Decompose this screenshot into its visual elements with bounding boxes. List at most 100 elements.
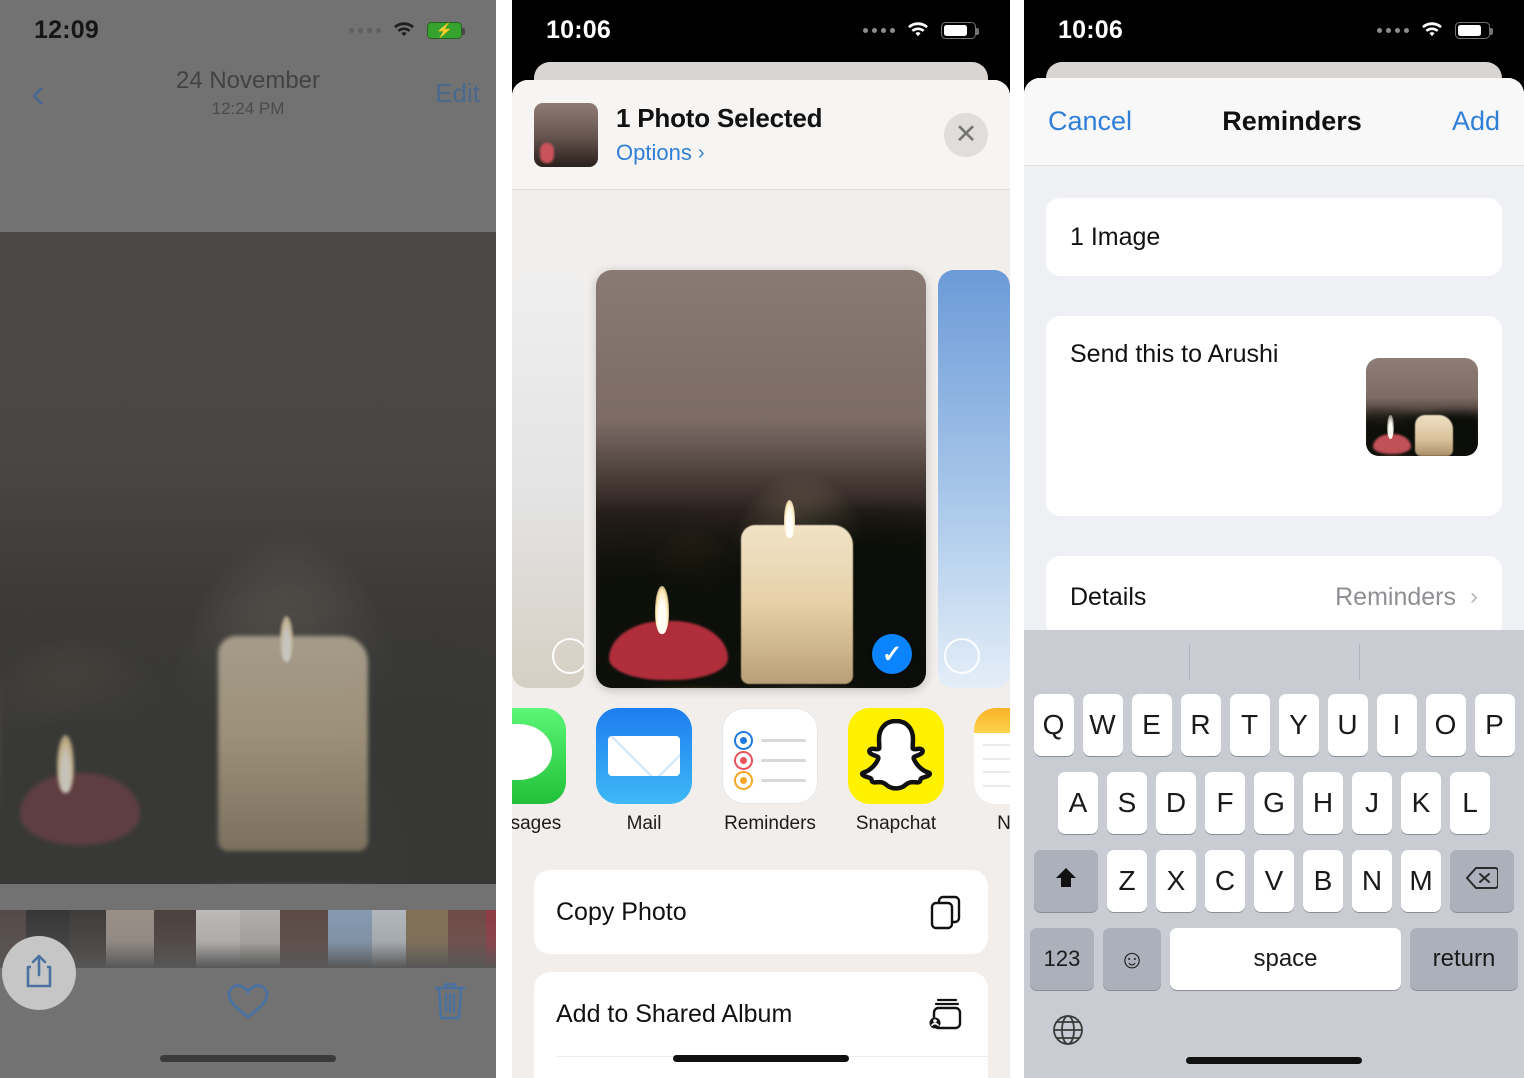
key-a[interactable]: A: [1058, 772, 1098, 834]
delete-button[interactable]: [432, 980, 468, 1027]
action-copy-photo[interactable]: Copy Photo: [534, 870, 988, 954]
battery-icon: [1455, 21, 1493, 39]
filmstrip-thumbnail[interactable]: [280, 910, 328, 968]
add-button[interactable]: Add: [1452, 106, 1500, 137]
share-button[interactable]: [2, 936, 76, 1010]
shift-icon: [1053, 865, 1079, 898]
home-indicator: [1186, 1057, 1362, 1064]
action-label: Add to Shared Album: [556, 999, 793, 1028]
keyboard-row-3: ZXCVBNM: [1030, 850, 1518, 912]
panel-share-sheet: 10:06 1 Photo Selected Options › ✕ ✓ sag…: [512, 0, 1010, 1078]
filmstrip-thumbnail[interactable]: [372, 910, 406, 968]
home-indicator: [673, 1055, 849, 1062]
key-w[interactable]: W: [1082, 694, 1123, 756]
carousel-photo: [596, 270, 926, 688]
filmstrip-thumbnail[interactable]: [240, 910, 280, 968]
status-time: 12:09: [34, 15, 99, 44]
backspace-key[interactable]: [1450, 850, 1514, 912]
key-n[interactable]: N: [1352, 850, 1392, 912]
filmstrip-thumbnail[interactable]: [106, 910, 154, 968]
numbers-key[interactable]: 123: [1030, 928, 1094, 990]
filmstrip-thumbnail[interactable]: [196, 910, 240, 968]
panel1-status-bar: 12:09 ⚡: [0, 0, 496, 60]
key-p[interactable]: P: [1474, 694, 1515, 756]
filmstrip-thumbnail[interactable]: [70, 910, 106, 968]
check-circle-icon[interactable]: ✓: [872, 634, 912, 674]
key-k[interactable]: K: [1401, 772, 1441, 834]
key-t[interactable]: T: [1229, 694, 1270, 756]
share-targets-row[interactable]: Messages Mail Reminders: [512, 708, 1010, 858]
main-photo[interactable]: [0, 232, 496, 884]
favorite-button[interactable]: [226, 982, 270, 1027]
shift-key[interactable]: [1034, 850, 1098, 912]
wifi-icon: [392, 21, 416, 39]
key-b[interactable]: B: [1303, 850, 1343, 912]
circle-unselected-icon[interactable]: [552, 638, 584, 674]
close-button[interactable]: ✕: [944, 112, 988, 157]
key-x[interactable]: X: [1156, 850, 1196, 912]
key-i[interactable]: I: [1376, 694, 1417, 756]
filmstrip-thumbnail[interactable]: [486, 910, 496, 968]
key-m[interactable]: M: [1401, 850, 1441, 912]
key-r[interactable]: R: [1180, 694, 1221, 756]
share-target-reminders[interactable]: Reminders: [722, 708, 818, 835]
cancel-button[interactable]: Cancel: [1048, 106, 1132, 137]
share-target-label: Notes: [997, 813, 1010, 834]
edit-button[interactable]: Edit: [435, 78, 480, 109]
trash-icon: [432, 983, 468, 1026]
share-target-snapchat[interactable]: Snapchat: [848, 708, 944, 835]
selected-photo-thumbnail[interactable]: [534, 102, 598, 167]
key-d[interactable]: D: [1156, 772, 1196, 834]
filmstrip-thumbnail[interactable]: [448, 910, 486, 968]
key-s[interactable]: S: [1107, 772, 1147, 834]
carousel-item-selected[interactable]: ✓: [596, 270, 926, 688]
home-indicator: [160, 1055, 336, 1062]
signal-dots-icon: [1377, 27, 1409, 33]
key-y[interactable]: Y: [1278, 694, 1319, 756]
key-o[interactable]: O: [1425, 694, 1466, 756]
globe-icon: [1051, 1013, 1085, 1056]
photo-carousel[interactable]: ✓: [512, 270, 1010, 688]
return-key[interactable]: return: [1410, 928, 1518, 990]
key-l[interactable]: L: [1450, 772, 1490, 834]
key-j[interactable]: J: [1352, 772, 1392, 834]
filmstrip[interactable]: [0, 910, 496, 968]
key-q[interactable]: Q: [1033, 694, 1074, 756]
back-button[interactable]: ‹: [16, 72, 60, 114]
share-target-notes[interactable]: Notes: [974, 708, 1010, 835]
page-title: 24 November: [175, 67, 321, 94]
filmstrip-thumbnail[interactable]: [406, 910, 448, 968]
share-target-mail[interactable]: Mail: [596, 708, 692, 835]
attached-photo-thumbnail[interactable]: [1366, 358, 1478, 456]
key-h[interactable]: H: [1303, 772, 1343, 834]
key-v[interactable]: V: [1254, 850, 1294, 912]
key-z[interactable]: Z: [1107, 850, 1147, 912]
key-g[interactable]: G: [1254, 772, 1294, 834]
predictive-bar[interactable]: [1024, 630, 1524, 694]
note-field[interactable]: Send this to Arushi: [1046, 316, 1502, 516]
photo-red-candle: [19, 772, 140, 845]
space-key[interactable]: space: [1170, 928, 1401, 990]
attachment-row[interactable]: 1 Image: [1046, 198, 1502, 276]
key-u[interactable]: U: [1327, 694, 1368, 756]
key-f[interactable]: F: [1205, 772, 1245, 834]
status-time: 10:06: [546, 15, 611, 44]
keyboard-row-4: 123 ☺ space return: [1030, 928, 1518, 990]
details-row[interactable]: Details Reminders ›: [1046, 556, 1502, 638]
share-target-messages[interactable]: Messages: [512, 708, 566, 835]
emoji-key[interactable]: ☺: [1103, 928, 1161, 990]
options-button[interactable]: Options ›: [616, 140, 926, 166]
details-value: Reminders: [1335, 582, 1456, 611]
close-icon: ✕: [954, 119, 978, 149]
filmstrip-thumbnail[interactable]: [328, 910, 372, 968]
page-subtitle: 12:24 PM: [211, 99, 285, 118]
key-e[interactable]: E: [1131, 694, 1172, 756]
carousel-item-previous[interactable]: [512, 270, 584, 688]
on-screen-keyboard[interactable]: QWERTYUIOP ASDFGHJKL ZXCVBNM 123 ☺ space…: [1024, 630, 1524, 1078]
key-c[interactable]: C: [1205, 850, 1245, 912]
circle-unselected-icon[interactable]: [944, 638, 980, 674]
action-add-to-shared-album[interactable]: Add to Shared Album: [534, 972, 988, 1056]
carousel-item-next[interactable]: [938, 270, 1010, 688]
filmstrip-thumbnail[interactable]: [154, 910, 196, 968]
globe-key[interactable]: [1046, 1012, 1090, 1056]
